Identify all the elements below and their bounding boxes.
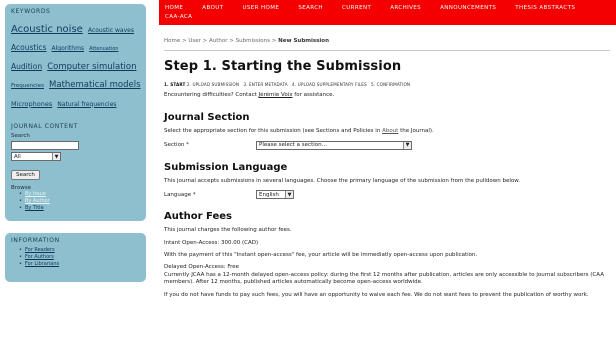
section-select[interactable]: Please select a section... ▼: [256, 140, 412, 150]
keywords-block: KEYWORDS Acoustic noise Acoustic waves A…: [5, 4, 146, 199]
keyword-link[interactable]: Acoustic waves: [88, 27, 134, 34]
fees-intro: This journal charges the following autho…: [164, 227, 292, 234]
section-row: Section * Please select a section... ▼: [164, 140, 610, 150]
section-select-value: Please select a section...: [259, 142, 327, 149]
nav-search[interactable]: SEARCH: [298, 4, 323, 13]
breadcrumb-home[interactable]: Home: [164, 38, 180, 44]
difficulties-text: Encountering difficulties? Contact Jérém…: [164, 92, 610, 99]
breadcrumb-separator: >: [271, 38, 277, 44]
keyword-link[interactable]: Algorithms: [52, 45, 85, 52]
search-scope-value: All: [14, 153, 21, 160]
top-nav-bar: HOME ABOUT USER HOME SEARCH CURRENT ARCH…: [159, 0, 616, 25]
keyword-link[interactable]: Acoustic noise: [11, 24, 83, 35]
search-label: Search: [11, 133, 30, 139]
breadcrumb-current: New Submission: [278, 38, 329, 44]
section-label: Section *: [164, 142, 189, 149]
breadcrumb-separator: >: [229, 38, 234, 44]
main-nav: HOME ABOUT USER HOME SEARCH CURRENT ARCH…: [159, 0, 616, 22]
submission-steps: 1. START 2. UPLOAD SUBMISSION 3. ENTER M…: [164, 82, 610, 87]
information-title: INFORMATION: [11, 237, 60, 244]
search-input[interactable]: [11, 141, 79, 150]
chevron-down-icon: ▼: [285, 191, 293, 199]
submission-language-heading: Submission Language: [164, 161, 288, 173]
info-item-librarians[interactable]: For Librarians: [19, 261, 141, 268]
nav-announcements[interactable]: ANNOUNCEMENTS: [440, 4, 496, 13]
browse-list: By Issue By Author By Title: [19, 191, 141, 212]
journal-content-block: JOURNAL CONTENT Search All ▼ Search Brow…: [5, 119, 146, 221]
fee-instant-desc: With the payment of this "Instant open-a…: [164, 252, 478, 259]
chevron-down-icon: ▼: [52, 153, 60, 160]
keyword-link[interactable]: Microphones: [11, 100, 52, 108]
nav-thesis-abstracts[interactable]: THESIS ABSTRACTS: [515, 4, 575, 13]
search-button[interactable]: Search: [11, 170, 40, 180]
section-desc-prefix: Select the appropriate section for this …: [164, 128, 383, 135]
journal-section-desc: Select the appropriate section for this …: [164, 128, 610, 135]
journal-content-title: JOURNAL CONTENT: [11, 123, 78, 130]
author-fees-heading: Author Fees: [164, 211, 232, 223]
page-title: Step 1. Starting the Submission: [164, 59, 402, 74]
nav-archives[interactable]: ARCHIVES: [390, 4, 421, 13]
chevron-down-icon: ▼: [403, 141, 411, 149]
language-desc: This journal accepts submissions in seve…: [164, 177, 521, 184]
language-row: Language * English ▼: [164, 190, 610, 200]
nav-home[interactable]: HOME: [165, 4, 183, 13]
contact-link[interactable]: Jérémie Voix: [259, 92, 293, 98]
breadcrumb: Home > User > Author > Submissions > New…: [164, 38, 610, 44]
journal-section-heading: Journal Section: [164, 112, 250, 124]
step-list: 2. UPLOAD SUBMISSION 3. ENTER METADATA 4…: [186, 82, 411, 87]
main-content: Home > User > Author > Submissions > New…: [159, 25, 616, 354]
difficulties-prefix: Encountering difficulties? Contact: [164, 92, 259, 98]
breadcrumb-user[interactable]: User: [188, 38, 201, 44]
section-desc-suffix: the Journal).: [398, 128, 434, 135]
language-select[interactable]: English ▼: [256, 190, 294, 200]
information-block: INFORMATION For Readers For Authors For …: [5, 233, 146, 282]
fee-delayed-title: Delayed Open-Access: Free: [164, 264, 240, 271]
language-label: Language *: [164, 191, 196, 198]
language-select-value: English: [259, 191, 279, 198]
nav-about[interactable]: ABOUT: [202, 4, 223, 13]
about-link[interactable]: About: [382, 128, 398, 134]
divider: [164, 50, 610, 51]
difficulties-suffix: for assistance.: [292, 92, 335, 98]
fee-delayed-desc: Currently JCAA has a 12-month delayed op…: [164, 271, 604, 286]
sidebar: KEYWORDS Acoustic noise Acoustic waves A…: [0, 0, 151, 354]
fee-waive-text: If you do not have funds to pay such fee…: [164, 291, 589, 298]
browse-item-by-title[interactable]: By Title: [19, 205, 141, 212]
keyword-link[interactable]: Natural frequencies: [57, 101, 116, 108]
breadcrumb-separator: >: [182, 38, 187, 44]
keyword-link[interactable]: Audition: [11, 62, 42, 71]
info-item-readers[interactable]: For Readers: [19, 247, 141, 254]
nav-caa-aca[interactable]: CAA-ACA: [165, 13, 192, 22]
keyword-link[interactable]: Acoustics: [11, 43, 46, 53]
information-list: For Readers For Authors For Librarians: [19, 247, 141, 268]
fee-instant: Intant Open-Access: 300.00 (CAD): [164, 239, 259, 246]
browse-item-by-author[interactable]: By Author: [19, 198, 141, 205]
keyword-link[interactable]: Mathematical models: [49, 80, 141, 90]
info-item-authors[interactable]: For Authors: [19, 254, 141, 261]
keyword-link[interactable]: Attenuation: [89, 46, 118, 53]
nav-user-home[interactable]: USER HOME: [242, 4, 279, 13]
breadcrumb-separator: >: [202, 38, 208, 44]
nav-current[interactable]: CURRENT: [342, 4, 371, 13]
search-scope-select[interactable]: All ▼: [11, 152, 61, 161]
keyword-link[interactable]: Computer simulation: [47, 62, 136, 72]
breadcrumb-submissions[interactable]: Submissions: [236, 38, 270, 44]
keywords-title: KEYWORDS: [11, 8, 51, 15]
keyword-link[interactable]: Frequencies: [11, 83, 44, 89]
breadcrumb-author[interactable]: Author: [209, 38, 228, 44]
browse-item-by-issue[interactable]: By Issue: [19, 191, 141, 198]
step-current: 1. START: [164, 82, 186, 87]
